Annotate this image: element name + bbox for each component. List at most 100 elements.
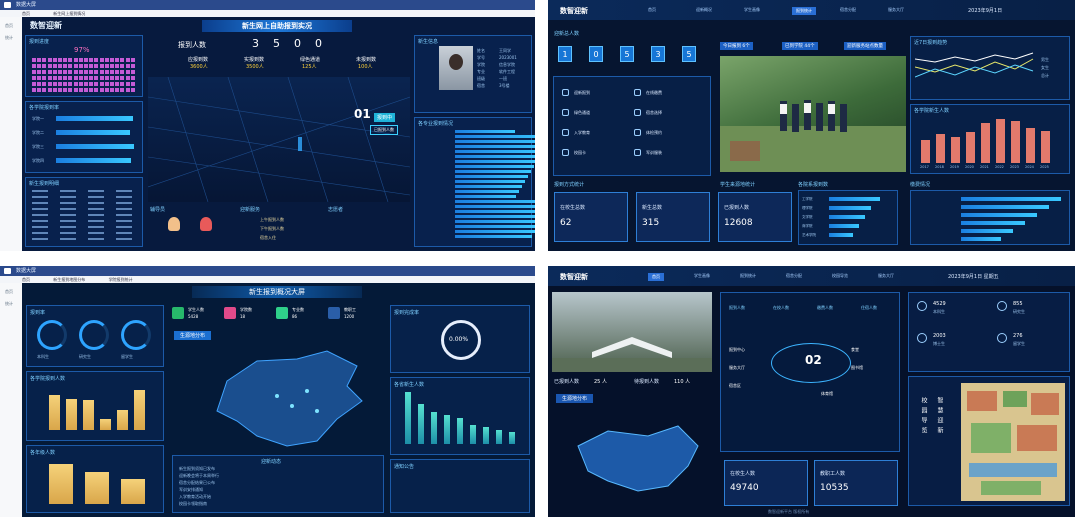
payment-bar (961, 229, 1013, 233)
stat-label: 绿色通道 (300, 57, 321, 63)
progress-cell (104, 88, 109, 92)
rate-bar (56, 116, 133, 121)
campus-guide-panel: 校园导览 智慧迎新 (908, 376, 1070, 506)
nav-item[interactable]: 迎新概况 (696, 7, 712, 13)
person-icon (917, 301, 927, 311)
stat-label: 本科生 (933, 309, 945, 314)
progress-cell (130, 88, 135, 92)
service-label[interactable]: 绿色通道 (574, 110, 590, 116)
service-label[interactable]: 迎新报到 (574, 90, 590, 96)
service-row: 宿舍入住 (260, 235, 276, 240)
table-cell (60, 202, 76, 204)
news-row[interactable]: 军训安排通知 (179, 487, 203, 493)
nav-item[interactable]: 宿舍分配 (840, 7, 856, 13)
tab-registration[interactable]: 新生网上报到情况 (53, 10, 85, 17)
major-bar (455, 200, 535, 203)
news-row[interactable]: 宿舍分配结果已公布 (179, 480, 215, 486)
brand-logo: 数智迎新 (560, 273, 588, 281)
nav-item[interactable]: 报到统计 (792, 7, 816, 15)
orbit-label[interactable]: 食堂 (851, 347, 859, 353)
service-label[interactable]: 体检预约 (646, 130, 662, 136)
orbit-label[interactable]: 宿舍区 (729, 383, 741, 389)
service-label[interactable]: 校园卡 (574, 150, 586, 156)
progress-cell (104, 58, 109, 62)
window-title: 数据大屏 (16, 2, 37, 8)
progress-cell (78, 70, 83, 74)
news-row[interactable]: 入学教育活动开始 (179, 494, 211, 500)
bar (470, 424, 476, 444)
progress-cell (89, 88, 94, 92)
china-map[interactable] (197, 341, 367, 451)
counter-digit: 3 (651, 46, 665, 62)
progress-cell (110, 76, 114, 80)
table-cell (32, 202, 48, 204)
province-map[interactable] (558, 406, 708, 506)
legend-entry: 女生 (1041, 65, 1049, 70)
progress-cell (78, 88, 83, 92)
stat-value: 855 (1013, 301, 1023, 307)
grade-panel: 各年级人数 (26, 445, 164, 513)
orbit-label[interactable]: 体育馆 (821, 391, 833, 397)
gauge-panel: 报到率 本科生 研究生 留学生 (26, 305, 164, 367)
gauge-ring (37, 320, 67, 350)
news-row[interactable]: 迎新晚会将于本周举行 (179, 473, 219, 479)
college-bar-panel: 各学院新生人数 2017 2018 2019 2020 2021 2022 2023 2024… (910, 104, 1070, 174)
nav-item[interactable]: 首页 (648, 7, 656, 13)
tab-home[interactable]: 首页 (22, 276, 30, 283)
nav-item[interactable]: 首页 (648, 273, 664, 281)
major-bar (455, 165, 534, 168)
bar (49, 464, 73, 504)
major-bar (455, 170, 531, 173)
stat-value: 3600人 (190, 64, 208, 70)
map-tag-2: 已报到人数 (370, 125, 398, 135)
service-label[interactable]: 在线缴费 (646, 90, 662, 96)
nav-item[interactable]: 宿舍分配 (786, 273, 802, 279)
stat-value: 2003 (933, 333, 946, 339)
tab-map[interactable]: 新生报到地图分布 (53, 276, 85, 283)
progress-cell (130, 76, 135, 80)
tab-college[interactable]: 学院报到统计 (109, 276, 133, 283)
nav-item[interactable]: 报到统计 (740, 273, 756, 279)
table-cell (116, 202, 132, 204)
table-cell (88, 232, 104, 234)
service-label[interactable]: 军训服装 (646, 150, 662, 156)
orbit-label[interactable]: 图书馆 (851, 365, 863, 371)
side-item-home[interactable]: 首页 (5, 289, 22, 295)
progress-cell (32, 76, 36, 80)
dashboard-registration: 数据大屏 首页 新生网上报到情况 首页 统计 数智迎新 新生网上自助报到实况 报… (0, 0, 535, 251)
nav-item[interactable]: 服务大厅 (878, 273, 894, 279)
main-title: 新生网上自助报到实况 (202, 20, 352, 32)
progress-cell (47, 76, 52, 80)
stat-box-value: 315 (642, 218, 660, 228)
orbit-label[interactable]: 服务大厅 (729, 365, 745, 371)
orbit-label[interactable]: 报到中心 (729, 347, 745, 353)
nav-item[interactable]: 服务大厅 (888, 7, 904, 13)
tab-home[interactable]: 首页 (22, 10, 30, 17)
bar (134, 390, 145, 430)
news-row[interactable]: 校园卡领取指南 (179, 501, 207, 507)
strip-value: 110 人 (674, 379, 691, 385)
summary-value: 5428 (188, 314, 199, 319)
campus-map[interactable] (961, 383, 1065, 501)
side-item-home[interactable]: 首页 (5, 23, 22, 29)
major-bar (455, 230, 535, 233)
city-map[interactable]: 01 报到中 已报到人数 (148, 77, 410, 202)
dept-bars-panel: 工学院 理学院 文学院 商学院 艺术学院 (798, 190, 898, 245)
side-item-stats[interactable]: 统计 (5, 35, 22, 41)
news-row[interactable]: 新生报到须知已发布 (179, 466, 215, 472)
service-label[interactable]: 入学教育 (574, 130, 590, 136)
nav-item[interactable]: 学生画像 (694, 273, 710, 279)
nav-item[interactable]: 学生画像 (744, 7, 760, 13)
student-photo (439, 46, 473, 90)
nav-item[interactable]: 校园导览 (832, 273, 848, 279)
college-bars (921, 117, 1061, 163)
profile-field: 专业 (477, 69, 485, 74)
progress-cell (73, 76, 78, 80)
table-cell (32, 190, 48, 192)
progress-cell (125, 82, 130, 86)
side-item-stats[interactable]: 统计 (5, 301, 22, 307)
progress-cell (37, 88, 42, 92)
stat-box-label: 教职工人数 (820, 471, 846, 477)
stat-label: 博士生 (933, 341, 945, 346)
service-label[interactable]: 宿舍选择 (646, 110, 662, 116)
